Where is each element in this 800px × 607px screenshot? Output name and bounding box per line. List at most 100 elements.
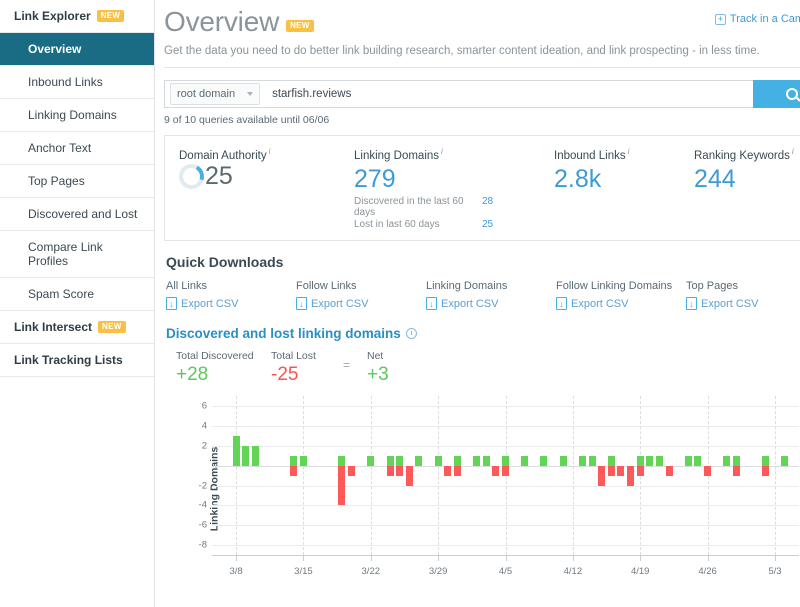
chart-bar[interactable] xyxy=(761,455,769,466)
download-icon xyxy=(686,297,697,311)
chart-x-tick-mark xyxy=(303,556,305,562)
chart-y-tick: -2 xyxy=(198,480,207,492)
chart-bar[interactable] xyxy=(386,455,394,466)
sidebar: Link Explorer NEW Overview Inbound Links… xyxy=(0,0,155,607)
sidebar-item-linking-domains[interactable]: Linking Domains xyxy=(0,99,154,132)
chart-vertical-gridline xyxy=(505,396,507,556)
chart-title[interactable]: Discovered and lost linking domains xyxy=(166,326,401,341)
chart-bar[interactable] xyxy=(704,465,712,476)
chart-x-tick-label: 5/3 xyxy=(768,566,782,578)
chart-bar[interactable] xyxy=(251,445,259,466)
link-explorer-page: Link Explorer NEW Overview Inbound Links… xyxy=(0,0,800,607)
chart-bar[interactable] xyxy=(367,455,375,466)
chart-bar[interactable] xyxy=(540,455,548,466)
sidebar-group-label: Link Tracking Lists xyxy=(14,353,123,367)
history-icon[interactable] xyxy=(405,328,417,340)
search-input-container[interactable]: root domain starfish.reviews xyxy=(164,80,753,108)
sidebar-item-overview[interactable]: Overview xyxy=(0,33,154,66)
chart-bar[interactable] xyxy=(588,455,596,466)
chart-bar[interactable] xyxy=(636,455,644,466)
export-csv-link[interactable]: Export CSV xyxy=(686,297,800,311)
chart-bar[interactable] xyxy=(405,465,413,486)
chart-bar[interactable] xyxy=(338,455,346,466)
sidebar-item-anchor-text[interactable]: Anchor Text xyxy=(0,132,154,165)
chart-bar[interactable] xyxy=(502,465,509,476)
export-csv-link[interactable]: Export CSV xyxy=(426,297,556,311)
chart-bar[interactable] xyxy=(453,465,461,476)
chart-bar[interactable] xyxy=(453,455,461,466)
info-icon[interactable]: i xyxy=(269,147,271,156)
sidebar-item-inbound-links[interactable]: Inbound Links xyxy=(0,66,154,99)
chart-bar[interactable] xyxy=(299,455,307,466)
chart-x-tick-mark xyxy=(236,556,238,562)
chart-bar[interactable] xyxy=(684,455,692,466)
download-icon xyxy=(556,297,567,311)
chart-x-tick-mark xyxy=(707,556,709,562)
sidebar-group-label: Link Intersect xyxy=(14,320,93,334)
sidebar-group-link-tracking-lists[interactable]: Link Tracking Lists xyxy=(0,344,154,377)
chart-bar[interactable] xyxy=(386,465,394,476)
chart-bar[interactable] xyxy=(732,465,740,476)
sidebar-group-link-intersect[interactable]: Link Intersect NEW xyxy=(0,311,154,344)
chart-bar[interactable] xyxy=(598,465,606,486)
chart-bar[interactable] xyxy=(732,455,740,466)
sidebar-item-compare-link-profiles[interactable]: Compare Link Profiles xyxy=(0,231,154,278)
chart-bar[interactable] xyxy=(607,465,615,476)
search-scope-select[interactable]: root domain xyxy=(170,83,261,105)
chart-y-tick: 6 xyxy=(201,400,207,412)
chart-bar[interactable] xyxy=(723,455,731,466)
info-icon[interactable]: i xyxy=(792,147,794,156)
chart-bar[interactable] xyxy=(694,455,702,466)
sidebar-item-discovered-and-lost[interactable]: Discovered and Lost xyxy=(0,198,154,231)
chart-bar[interactable] xyxy=(655,455,663,466)
chart-bar[interactable] xyxy=(415,455,423,466)
metrics-panel: Domain Authority i 25 Linking Domains i 27… xyxy=(164,135,800,242)
chart-bar[interactable] xyxy=(473,455,481,466)
chart-x-tick-label: 3/15 xyxy=(294,566,313,578)
chart-bar[interactable] xyxy=(627,465,635,486)
chart-bar[interactable] xyxy=(338,465,346,506)
chart-bar[interactable] xyxy=(665,465,673,476)
metric-label: Domain Authority i xyxy=(179,147,326,162)
info-icon[interactable]: i xyxy=(628,147,630,156)
chart-bar[interactable] xyxy=(761,465,769,476)
download-icon xyxy=(426,297,437,311)
chart-bar[interactable] xyxy=(482,455,490,466)
chart-bar[interactable] xyxy=(232,435,240,466)
chart-bar[interactable] xyxy=(348,465,356,476)
chart-bar[interactable] xyxy=(781,455,789,466)
info-icon[interactable]: i xyxy=(441,147,443,156)
search-button[interactable] xyxy=(753,80,800,108)
chart-bar[interactable] xyxy=(617,465,625,476)
new-badge: NEW xyxy=(286,20,314,32)
sidebar-group-link-explorer[interactable]: Link Explorer NEW xyxy=(0,0,154,33)
metric-discovered-value: 28 xyxy=(482,196,494,208)
chart-bar[interactable] xyxy=(290,465,298,476)
export-csv-link[interactable]: Export CSV xyxy=(556,297,686,311)
chart-bar[interactable] xyxy=(396,455,404,466)
export-csv-link[interactable]: Export CSV xyxy=(296,297,426,311)
chart-bar[interactable] xyxy=(444,465,452,476)
chart-bar[interactable] xyxy=(396,465,404,476)
metric-discovered-row: Discovered in the last 60 days 28 xyxy=(354,196,526,218)
chart-bar[interactable] xyxy=(492,465,500,476)
metric-label-text: Domain Authority xyxy=(179,149,267,162)
export-csv-link[interactable]: Export CSV xyxy=(166,297,296,311)
sidebar-item-top-pages[interactable]: Top Pages xyxy=(0,165,154,198)
chart-bar[interactable] xyxy=(521,455,529,466)
chart-bar[interactable] xyxy=(434,455,442,466)
export-csv-label: Export CSV xyxy=(441,297,499,310)
chart-bar[interactable] xyxy=(636,465,644,476)
sidebar-item-spam-score[interactable]: Spam Score xyxy=(0,278,154,311)
chart-bar[interactable] xyxy=(502,455,509,466)
chart-bar[interactable] xyxy=(559,455,567,466)
chart-bar[interactable] xyxy=(578,455,586,466)
chart-bar[interactable] xyxy=(607,455,615,466)
chart-vertical-gridline xyxy=(370,396,372,556)
search-input[interactable]: starfish.reviews xyxy=(272,88,351,100)
chart-bar[interactable] xyxy=(646,455,654,466)
track-in-campaign-link[interactable]: + Track in a Campaign xyxy=(714,8,800,25)
chart-bar[interactable] xyxy=(242,445,250,466)
chart-bar[interactable] xyxy=(290,455,298,466)
chart-x-tick-mark xyxy=(640,556,642,562)
